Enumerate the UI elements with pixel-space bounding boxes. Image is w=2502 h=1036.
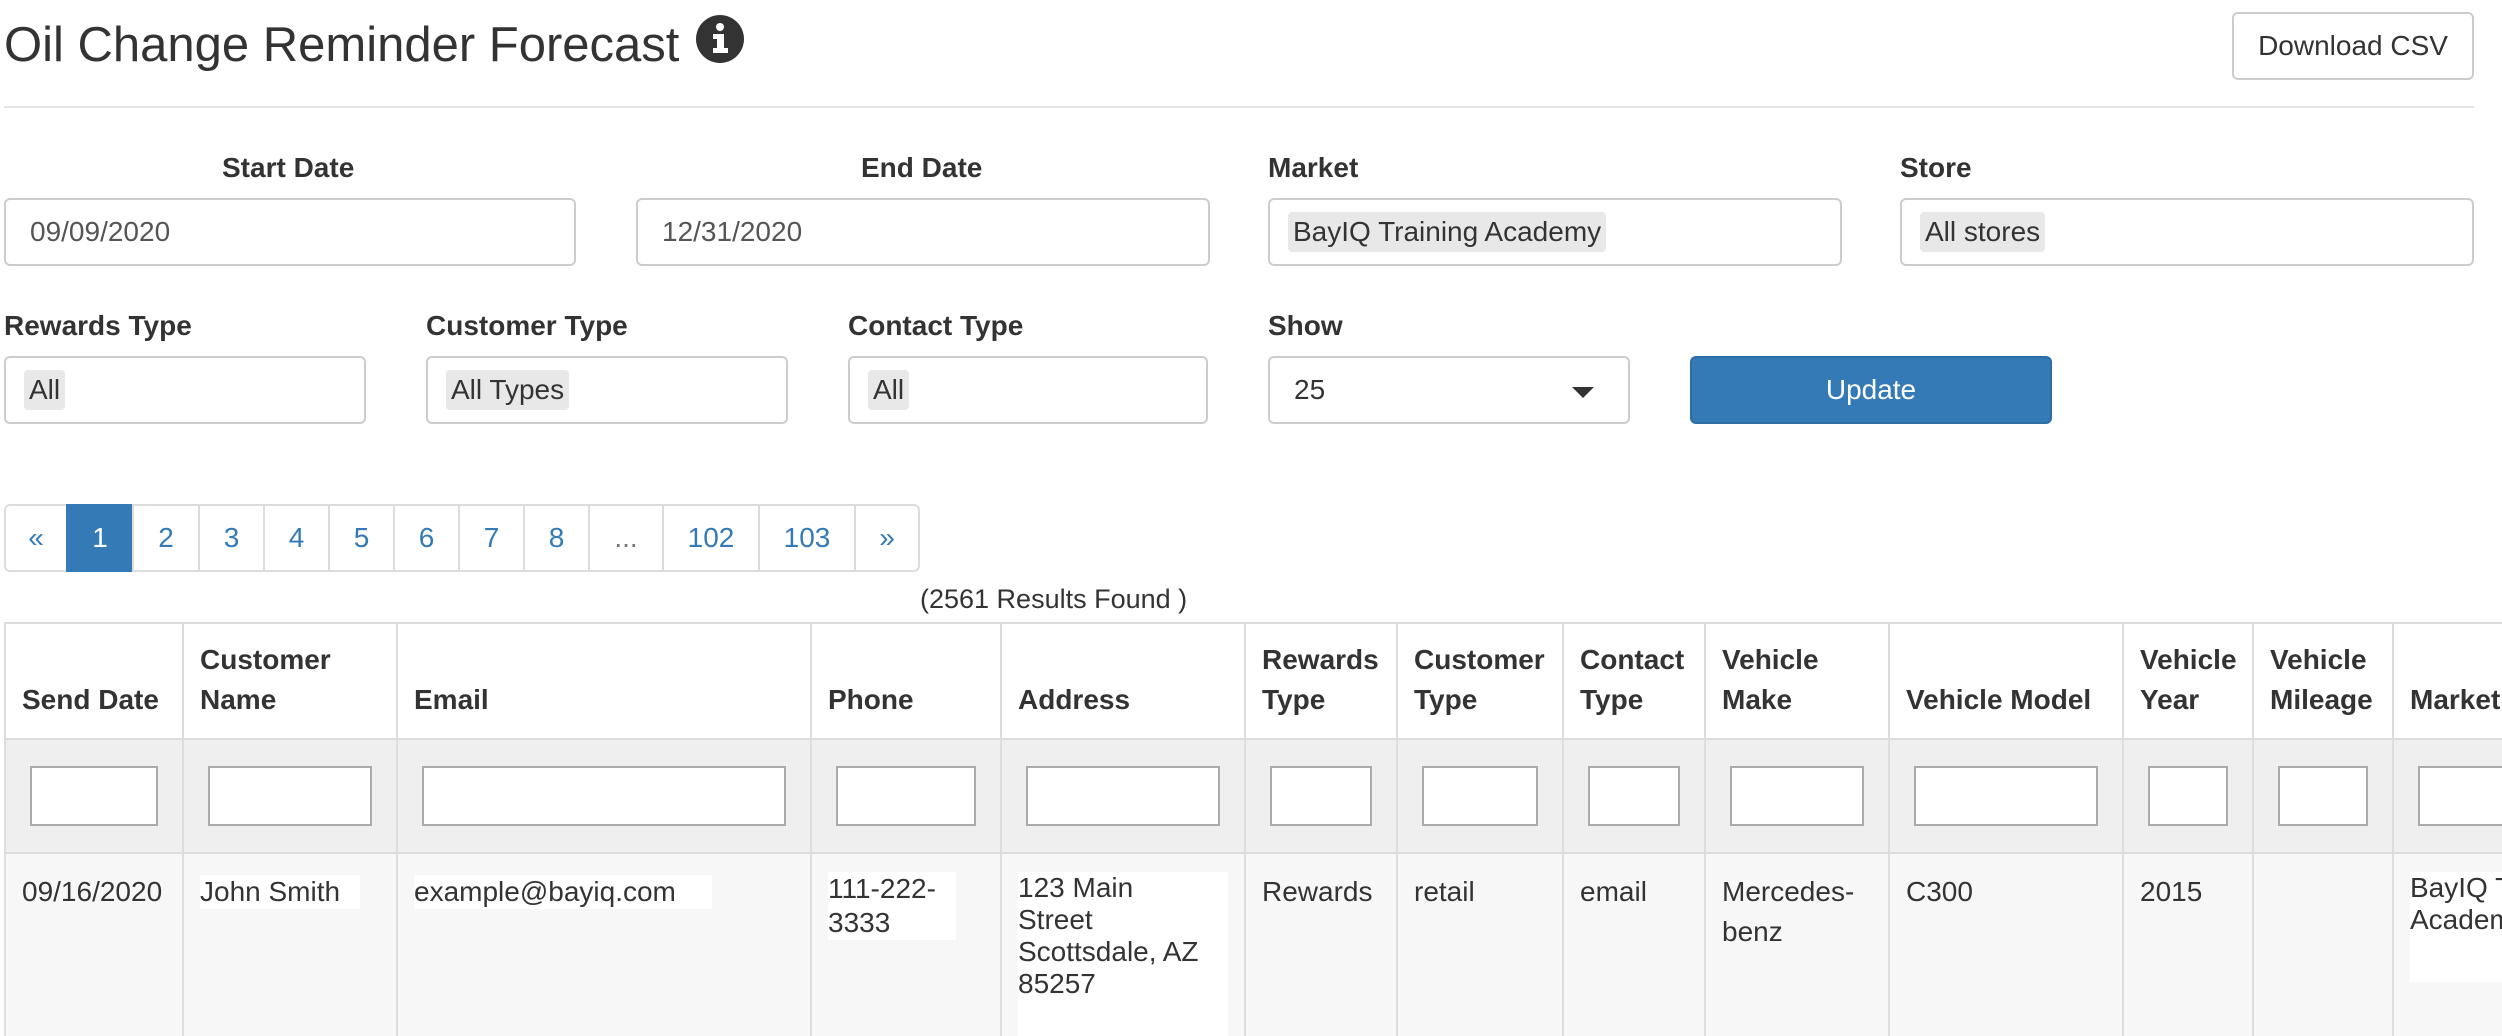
pagination-next[interactable]: » (854, 504, 920, 572)
pagination-page-7[interactable]: 7 (458, 504, 525, 572)
market-chip[interactable]: BayIQ Training Academy (1288, 212, 1607, 252)
cell-email[interactable]: example@bayiq.com (414, 875, 712, 909)
store-label: Store (1900, 152, 1972, 183)
results-table: Send Date Customer Name Email Phone Addre… (4, 622, 2502, 1036)
cell-vehicle-make: Mercedes-benz (1704, 852, 1890, 1036)
cell-phone[interactable]: 111-222- 3333 (828, 872, 956, 940)
pagination-page-3[interactable]: 3 (198, 504, 265, 572)
end-date-label: End Date (861, 152, 983, 183)
col-customer-type[interactable]: Customer Type (1396, 622, 1564, 740)
col-rewards-type[interactable]: Rewards Type (1244, 622, 1398, 740)
cell-vehicle-year: 2015 (2122, 852, 2254, 1036)
pagination-page-1[interactable]: 1 (66, 504, 134, 572)
cell-customer-type: retail (1396, 852, 1564, 1036)
market-select[interactable]: BayIQ Training Academy (1268, 198, 1842, 266)
pagination-prev[interactable]: « (4, 504, 68, 572)
col-contact-type[interactable]: Contact Type (1562, 622, 1706, 740)
store-chip[interactable]: All stores (1920, 212, 2046, 252)
results-count: (2561 Results Found ) (920, 584, 1188, 614)
col-address[interactable]: Address (1000, 622, 1246, 740)
end-date-input[interactable]: 12/31/2020 (636, 198, 1210, 266)
cell-market[interactable]: BayIQ T Academ (2410, 872, 2502, 982)
show-value: 25 (1294, 374, 1326, 405)
show-select[interactable]: 25 (1268, 356, 1630, 424)
rewards-type-select[interactable]: All (4, 356, 366, 424)
results-table-container: Send Date Customer Name Email Phone Addre… (4, 622, 2502, 1036)
filter-vehicle-model-input[interactable] (1914, 766, 2098, 826)
pagination-page-2[interactable]: 2 (132, 504, 200, 572)
page-title: Oil Change Reminder Forecast (4, 18, 680, 72)
pagination-page-5[interactable]: 5 (328, 504, 395, 572)
contact-type-label: Contact Type (848, 310, 1024, 341)
col-vehicle-model[interactable]: Vehicle Model (1888, 622, 2124, 740)
filter-vehicle-make-input[interactable] (1730, 766, 1864, 826)
col-market[interactable]: Market (2392, 622, 2502, 740)
col-vehicle-mileage[interactable]: Vehicle Mileage (2252, 622, 2394, 740)
filter-customer-type-input[interactable] (1422, 766, 1538, 826)
header-divider (4, 106, 2474, 108)
cell-contact-type: email (1562, 852, 1706, 1036)
cell-customer-name[interactable]: John Smith (200, 875, 361, 909)
info-circle-icon[interactable] (695, 14, 745, 64)
table-row[interactable]: 09/16/2020 John Smith example@bayiq.com … (4, 852, 2502, 1036)
cell-rewards-type: Rewards (1244, 852, 1398, 1036)
col-vehicle-make[interactable]: Vehicle Make (1704, 622, 1890, 740)
customer-type-select[interactable]: All Types (426, 356, 788, 424)
pagination-page-102[interactable]: 102 (662, 504, 760, 572)
pagination-page-6[interactable]: 6 (393, 504, 460, 572)
cell-vehicle-mileage (2252, 852, 2394, 1036)
customer-type-label: Customer Type (426, 310, 628, 341)
cell-address[interactable]: 123 Main Street Scottsdale, AZ 85257 (1018, 872, 1228, 1036)
pagination-page-4[interactable]: 4 (263, 504, 330, 572)
col-customer-name[interactable]: Customer Name (182, 622, 398, 740)
market-label: Market (1268, 152, 1359, 183)
col-email[interactable]: Email (396, 622, 812, 740)
contact-type-chip[interactable]: All (868, 370, 910, 410)
pagination-page-103[interactable]: 103 (758, 504, 856, 572)
pagination-ellipsis: ... (588, 504, 664, 572)
filter-contact-type-input[interactable] (1588, 766, 1680, 826)
col-vehicle-year[interactable]: Vehicle Year (2122, 622, 2254, 740)
table-header-row: Send Date Customer Name Email Phone Addre… (4, 622, 2502, 740)
filter-send-date-input[interactable] (30, 766, 158, 826)
update-button[interactable]: Update (1690, 356, 2052, 424)
rewards-type-label: Rewards Type (4, 310, 192, 341)
pagination: « 1 2 3 4 5 6 7 8 ... 102 103 » (4, 504, 920, 572)
end-date-value: 12/31/2020 (662, 216, 803, 247)
filter-vehicle-mileage-input[interactable] (2278, 766, 2368, 826)
pagination-page-8[interactable]: 8 (523, 504, 590, 572)
start-date-label: Start Date (222, 152, 355, 183)
show-label: Show (1268, 310, 1343, 341)
store-select[interactable]: All stores (1900, 198, 2474, 266)
filter-vehicle-year-input[interactable] (2148, 766, 2228, 826)
rewards-type-chip[interactable]: All (24, 370, 66, 410)
filter-email-input[interactable] (422, 766, 786, 826)
filter-address-input[interactable] (1026, 766, 1220, 826)
contact-type-select[interactable]: All (848, 356, 1208, 424)
cell-vehicle-model: C300 (1888, 852, 2124, 1036)
filter-market-input[interactable] (2418, 766, 2502, 826)
filter-rewards-type-input[interactable] (1270, 766, 1372, 826)
col-send-date[interactable]: Send Date (4, 622, 184, 740)
filter-customer-name-input[interactable] (208, 766, 372, 826)
col-phone[interactable]: Phone (810, 622, 1002, 740)
start-date-value: 09/09/2020 (30, 216, 171, 247)
filter-phone-input[interactable] (836, 766, 976, 826)
caret-down-icon (1572, 387, 1594, 398)
start-date-input[interactable]: 09/09/2020 (4, 198, 576, 266)
column-filter-row (4, 738, 2502, 854)
download-csv-button[interactable]: Download CSV (2232, 12, 2474, 80)
customer-type-chip[interactable]: All Types (446, 370, 570, 410)
cell-send-date: 09/16/2020 (4, 852, 184, 1036)
